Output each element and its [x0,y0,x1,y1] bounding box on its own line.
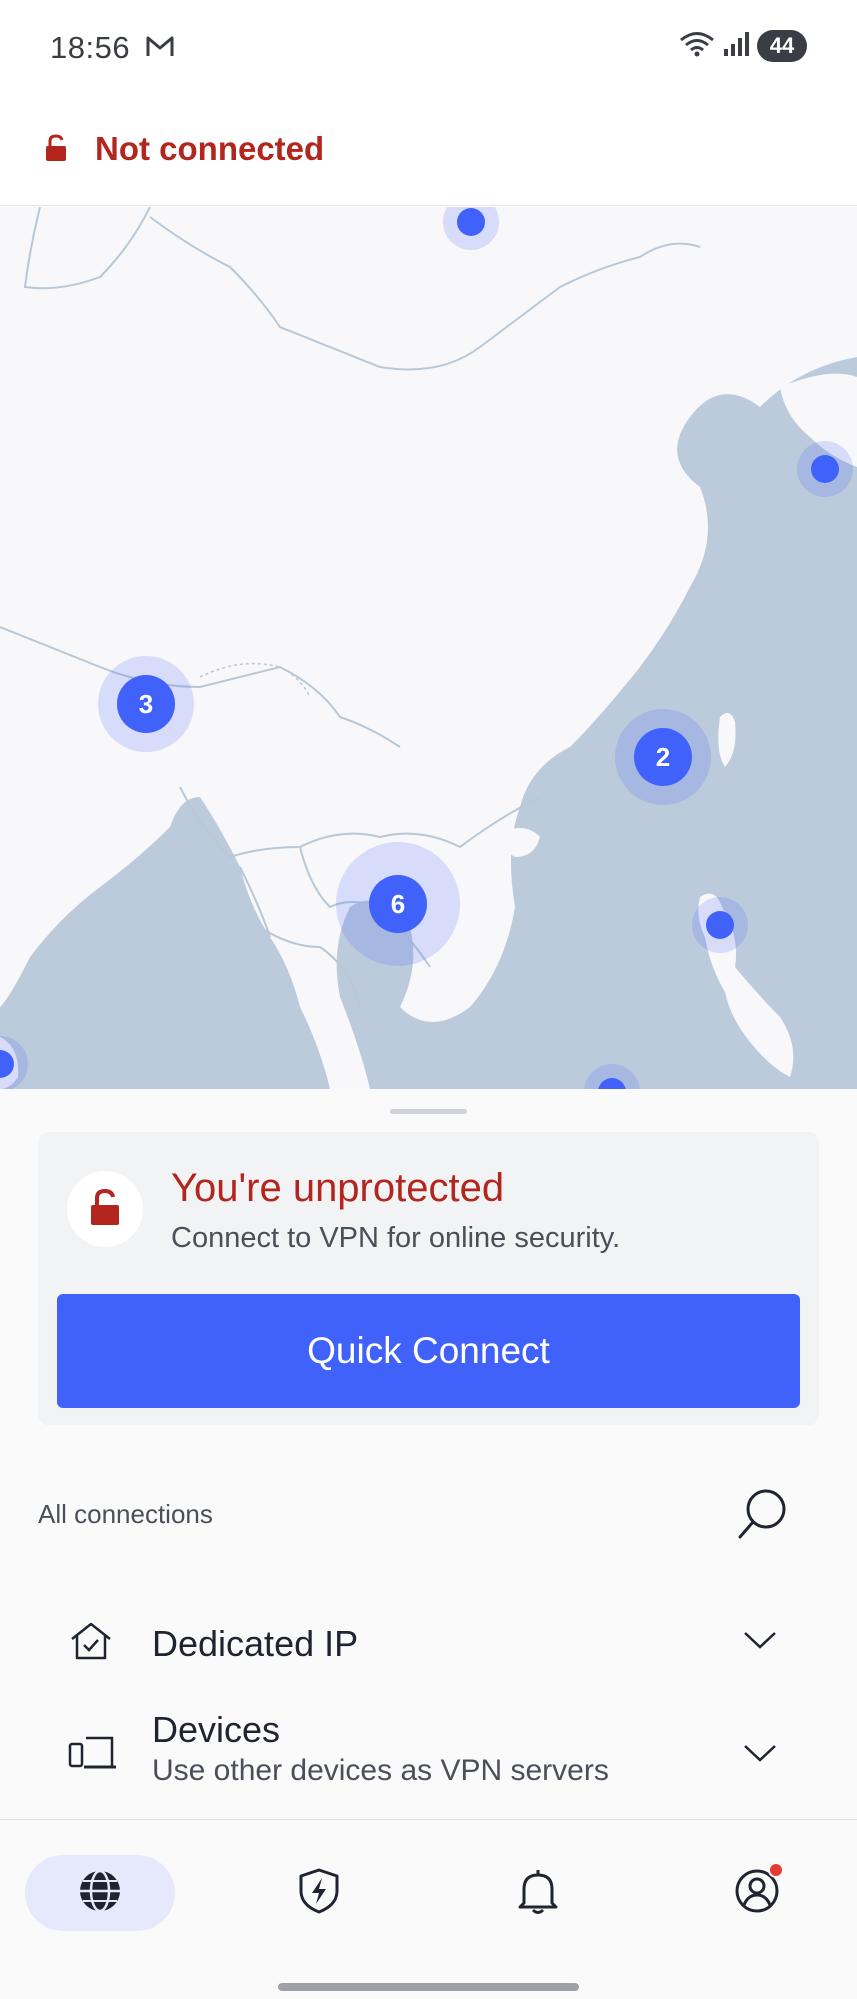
chevron-down-icon[interactable] [742,1742,778,1769]
protection-subtitle: Connect to VPN for online security. [171,1222,621,1254]
server-dot-south[interactable] [584,1064,640,1089]
status-bar: 18:56 44 [0,0,857,96]
unprotected-badge [67,1171,143,1247]
cluster-count: 3 [139,689,153,719]
wifi-icon [679,31,715,62]
bell-icon [516,1867,560,1920]
map-canvas: 3 2 6 [0,207,857,1089]
search-icon [732,1489,792,1549]
chevron-down-icon[interactable] [742,1629,778,1656]
battery-indicator: 44 [757,30,807,62]
search-button[interactable] [732,1485,792,1545]
nav-map-tab[interactable] [25,1855,175,1931]
cluster-count: 2 [656,742,670,772]
bottom-navigation [0,1819,857,1999]
server-dot-philippines[interactable] [692,897,748,953]
nav-threat-protection-tab[interactable] [244,1855,394,1931]
devices-row[interactable]: Devices Use other devices as VPN servers [0,1709,857,1819]
connection-status-text: Not connected [95,130,325,167]
globe-icon [77,1868,123,1919]
unlocked-padlock-icon [90,1188,120,1231]
nav-profile-tab[interactable] [682,1855,832,1931]
server-map[interactable]: 3 2 6 [0,207,857,1089]
notification-badge [768,1861,784,1878]
status-time: 18:56 [50,30,131,65]
signal-icon [723,31,749,61]
landmass-taiwan [718,713,736,767]
dedicated-ip-title: Dedicated IP [152,1623,359,1664]
devices-subtitle: Use other devices as VPN servers [152,1754,609,1787]
home-check-icon [68,1621,114,1666]
profile-icon [734,1861,784,1919]
home-indicator[interactable] [278,1983,579,1991]
status-indicators: 44 [679,30,807,62]
unlocked-padlock-icon [45,134,67,167]
quick-connect-button[interactable]: Quick Connect [57,1294,800,1408]
server-dot-west[interactable] [0,1036,28,1089]
bottom-sheet: You're unprotected Connect to VPN for on… [0,1089,857,1819]
sheet-drag-handle[interactable] [390,1109,467,1114]
protection-card: You're unprotected Connect to VPN for on… [38,1132,819,1425]
landmass-hainan [503,828,540,857]
server-cluster-3[interactable]: 3 [98,656,194,752]
cluster-count: 6 [391,889,405,919]
gmail-icon [145,34,175,63]
dedicated-ip-row[interactable]: Dedicated IP [0,1599,857,1699]
all-connections-header: All connections [38,1499,213,1529]
protection-title: You're unprotected [171,1166,505,1210]
server-cluster-6[interactable]: 6 [336,842,460,966]
server-cluster-2[interactable]: 2 [615,709,711,805]
connection-status-bar: Not connected [0,96,857,206]
nav-notifications-tab[interactable] [463,1855,613,1931]
shield-bolt-icon [297,1867,341,1920]
devices-icon [68,1734,118,1777]
devices-title: Devices [152,1709,281,1750]
server-dot-korea[interactable] [797,441,853,497]
